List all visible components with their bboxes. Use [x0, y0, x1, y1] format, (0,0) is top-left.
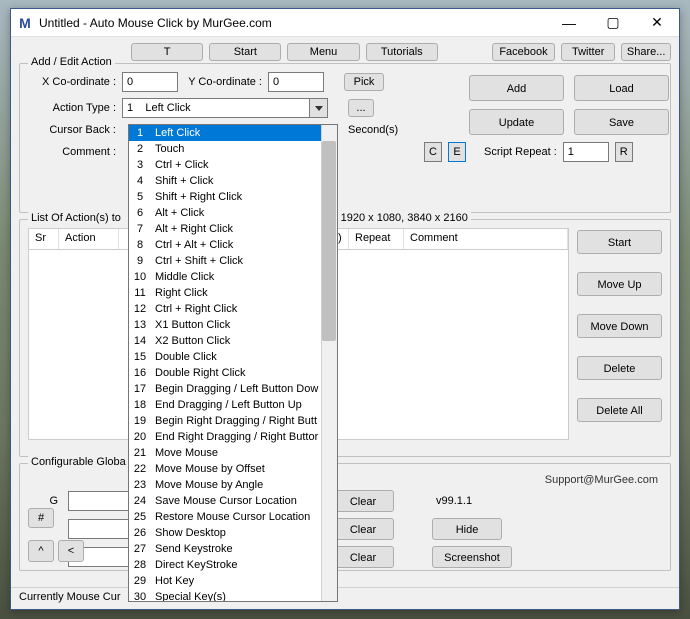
hash-button[interactable]: #	[28, 508, 54, 528]
move-down-button[interactable]: Move Down	[577, 314, 662, 338]
app-icon: M	[17, 15, 33, 31]
window-title: Untitled - Auto Mouse Click by MurGee.co…	[33, 16, 547, 30]
script-repeat-label: Script Repeat :	[484, 146, 557, 158]
dropdown-item[interactable]: 1Left Click	[129, 125, 337, 141]
dropdown-item[interactable]: 8Ctrl + Alt + Click	[129, 237, 337, 253]
clear-button-1[interactable]: Clear	[332, 490, 394, 512]
dropdown-item[interactable]: 17Begin Dragging / Left Button Dow	[129, 381, 337, 397]
comment-label: Comment :	[28, 146, 116, 158]
status-bar: Currently Mouse Cur	[11, 587, 679, 609]
col-action[interactable]: Action	[59, 229, 119, 249]
add-edit-legend: Add / Edit Action	[28, 56, 115, 68]
facebook-button[interactable]: Facebook	[492, 43, 555, 61]
dropdown-item[interactable]: 20End Right Dragging / Right Buttor	[129, 429, 337, 445]
dropdown-item[interactable]: 23Move Mouse by Angle	[129, 477, 337, 493]
move-up-button[interactable]: Move Up	[577, 272, 662, 296]
share-button[interactable]: Share...	[621, 43, 671, 61]
t-button[interactable]: T	[131, 43, 203, 61]
left-tri-button[interactable]: <	[58, 540, 84, 562]
dropdown-item[interactable]: 3Ctrl + Click	[129, 157, 337, 173]
more-button[interactable]: ...	[348, 99, 374, 117]
dropdown-item[interactable]: 6Alt + Click	[129, 205, 337, 221]
delete-button[interactable]: Delete	[577, 356, 662, 380]
menu-button[interactable]: Menu	[287, 43, 359, 61]
c-button[interactable]: C	[424, 142, 442, 162]
chevron-down-icon	[315, 106, 323, 111]
clear-button-2[interactable]: Clear	[332, 518, 394, 540]
action-type-input[interactable]	[122, 98, 310, 118]
cursor-back-label: Cursor Back :	[28, 124, 116, 136]
dropdown-item[interactable]: 14X2 Button Click	[129, 333, 337, 349]
global-shortcuts-group: Configurable Globa Support@MurGee.com G …	[19, 463, 671, 571]
tutorials-button[interactable]: Tutorials	[366, 43, 438, 61]
dropdown-item[interactable]: 12Ctrl + Right Click	[129, 301, 337, 317]
app-window: M Untitled - Auto Mouse Click by MurGee.…	[10, 8, 680, 610]
minimize-button[interactable]: —	[547, 9, 591, 37]
seconds-label: Second(s)	[348, 124, 398, 136]
caret-button[interactable]: ^	[28, 540, 54, 562]
global-legend: Configurable Globa	[28, 456, 129, 468]
dropdown-item[interactable]: 29Hot Key	[129, 573, 337, 589]
dropdown-item[interactable]: 24Save Mouse Cursor Location	[129, 493, 337, 509]
top-toolbar: T Start Menu Tutorials Facebook Twitter …	[131, 43, 671, 61]
dropdown-item[interactable]: 30Special Key(s)	[129, 589, 337, 602]
action-type-label: Action Type :	[28, 102, 116, 114]
y-coord-label: Y Co-ordinate :	[184, 76, 262, 88]
hide-button[interactable]: Hide	[432, 518, 502, 540]
action-type-combo[interactable]	[122, 98, 328, 118]
corner-buttons: # ^ <	[28, 508, 84, 562]
dropdown-item[interactable]: 10Middle Click	[129, 269, 337, 285]
list-side-buttons: Start Move Up Move Down Delete Delete Al…	[577, 228, 662, 440]
dropdown-item[interactable]: 18End Dragging / Left Button Up	[129, 397, 337, 413]
pick-button[interactable]: Pick	[344, 73, 384, 91]
dropdown-item[interactable]: 7Alt + Right Click	[129, 221, 337, 237]
dropdown-item[interactable]: 2Touch	[129, 141, 337, 157]
start-button-top[interactable]: Start	[209, 43, 281, 61]
screenshot-button[interactable]: Screenshot	[432, 546, 512, 568]
dropdown-item[interactable]: 15Double Click	[129, 349, 337, 365]
dropdown-item[interactable]: 21Move Mouse	[129, 445, 337, 461]
add-edit-action-group: Add / Edit Action X Co-ordinate : Y Co-o…	[19, 63, 671, 213]
titlebar[interactable]: M Untitled - Auto Mouse Click by MurGee.…	[11, 9, 679, 37]
col-comment[interactable]: Comment	[404, 229, 568, 249]
r-button[interactable]: R	[615, 142, 633, 162]
dropdown-item[interactable]: 16Double Right Click	[129, 365, 337, 381]
dropdown-item[interactable]: 26Show Desktop	[129, 525, 337, 541]
maximize-button[interactable]: ▢	[591, 9, 635, 37]
client-area: T Start Menu Tutorials Facebook Twitter …	[11, 37, 679, 609]
col-repeat[interactable]: Repeat	[349, 229, 404, 249]
dropdown-item[interactable]: 13X1 Button Click	[129, 317, 337, 333]
start-button[interactable]: Start	[577, 230, 662, 254]
dropdown-item[interactable]: 5Shift + Right Click	[129, 189, 337, 205]
g-label: G	[28, 495, 58, 507]
x-coord-label: X Co-ordinate :	[28, 76, 116, 88]
dropdown-item[interactable]: 19Begin Right Dragging / Right Butt	[129, 413, 337, 429]
script-repeat-input[interactable]	[563, 142, 609, 162]
action-type-dropdown[interactable]: 1Left Click2Touch3Ctrl + Click4Shift + C…	[128, 124, 338, 602]
action-list-group: List Of Action(s) to tion(s) 1920 x 1080…	[19, 219, 671, 457]
version-label: v99.1.1	[406, 495, 662, 507]
action-type-dropdown-button[interactable]	[310, 98, 328, 118]
close-button[interactable]: ✕	[635, 9, 679, 37]
dropdown-scrollbar[interactable]	[321, 125, 337, 601]
dropdown-item[interactable]: 28Direct KeyStroke	[129, 557, 337, 573]
dropdown-item[interactable]: 11Right Click	[129, 285, 337, 301]
x-coord-input[interactable]	[122, 72, 178, 92]
y-coord-input[interactable]	[268, 72, 324, 92]
support-link[interactable]: Support@MurGee.com	[28, 474, 662, 486]
dropdown-item[interactable]: 9Ctrl + Shift + Click	[129, 253, 337, 269]
dropdown-item[interactable]: 4Shift + Click	[129, 173, 337, 189]
scrollbar-thumb[interactable]	[322, 141, 336, 341]
twitter-button[interactable]: Twitter	[561, 43, 615, 61]
delete-all-button[interactable]: Delete All	[577, 398, 662, 422]
dropdown-item[interactable]: 25Restore Mouse Cursor Location	[129, 509, 337, 525]
clear-button-3[interactable]: Clear	[332, 546, 394, 568]
col-sr[interactable]: Sr	[29, 229, 59, 249]
e-button[interactable]: E	[448, 142, 466, 162]
dropdown-item[interactable]: 22Move Mouse by Offset	[129, 461, 337, 477]
dropdown-item[interactable]: 27Send Keystroke	[129, 541, 337, 557]
